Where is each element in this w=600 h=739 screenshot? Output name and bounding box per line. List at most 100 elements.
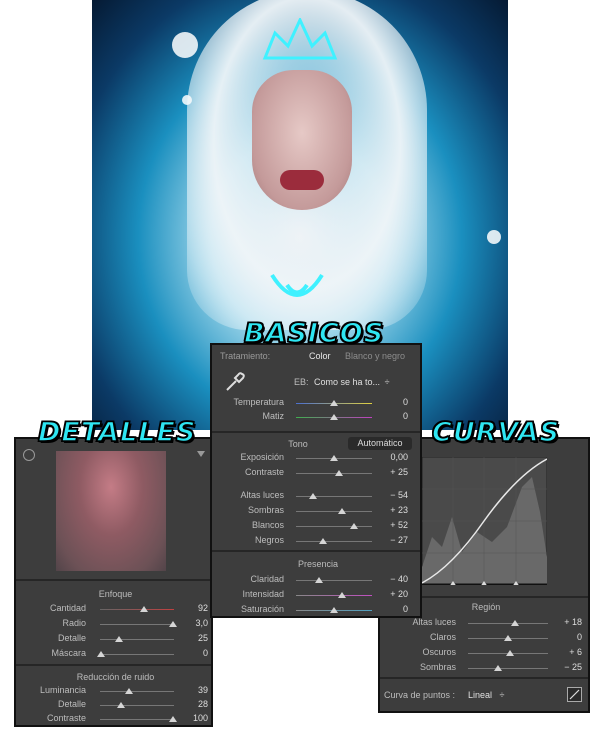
slider-value[interactable]: 0 [372,397,408,407]
slider-value[interactable]: 3,0 [176,618,208,628]
slider-track[interactable] [296,496,372,497]
updown-arrow-icon: ÷ [384,377,390,387]
slider-value[interactable]: 0 [372,411,408,421]
tiara-icon [262,18,338,60]
slider-thumb[interactable] [319,538,328,544]
slider-label: Matiz [262,411,284,421]
triangle-down-icon[interactable] [197,451,205,457]
slider-value[interactable]: 0 [372,604,408,614]
slider-value[interactable]: 28 [176,699,208,709]
slider-thumb[interactable] [506,650,515,656]
slider-track[interactable] [296,526,372,527]
slider-label: Cantidad [49,603,86,613]
slider-thumb[interactable] [314,577,323,583]
slider-thumb[interactable] [309,493,318,499]
slider-track[interactable] [468,668,548,669]
eb-select[interactable]: Como se ha to... ÷ [314,377,390,387]
slider-track[interactable] [296,595,372,596]
slider-label: Contraste [244,467,284,477]
slider-value[interactable]: 92 [176,603,208,613]
curve-edit-icon [569,689,580,700]
slider-thumb[interactable] [504,635,512,641]
slider-label: Oscuros [422,647,456,657]
slider-value[interactable]: − 54 [372,490,408,500]
slider-value[interactable]: + 23 [372,505,408,515]
slider-thumb[interactable] [116,702,125,708]
detail-zoom-preview [56,451,166,571]
slider-value[interactable]: 25 [176,633,208,643]
bokeh-light [172,32,198,58]
slider-thumb[interactable] [330,455,338,461]
slider-value[interactable]: 0,00 [372,452,408,462]
slider-label: Claridad [250,574,284,584]
slider-thumb[interactable] [334,470,343,476]
presencia-title: Presencia [297,559,339,569]
ruido-title: Reducción de ruido [76,672,155,682]
slider-value[interactable]: 39 [176,685,208,695]
tono-title: Tono [288,439,308,449]
slider-value[interactable]: − 25 [548,662,582,672]
slider-value[interactable]: − 27 [372,535,408,545]
slider-thumb[interactable] [349,523,358,529]
tab-blanco-y-negro[interactable]: Blanco y negro [345,351,405,361]
slider-thumb[interactable] [97,651,106,657]
slider-label: Negros [254,535,284,545]
slider-track[interactable] [296,541,372,542]
curva-de-puntos-label: Curva de puntos : [384,690,456,700]
tab-color[interactable]: Color [309,351,331,361]
tratamiento-label: Tratamiento: [220,351,271,361]
slider-track[interactable] [100,705,174,706]
slider-label: Sombras [247,505,284,515]
slider-label: Intensidad [242,589,284,599]
enfoque-title: Enfoque [98,589,133,599]
slider-value[interactable]: + 20 [372,589,408,599]
basicos-panel: Tratamiento: Color Blanco y negro EB: Co… [210,343,422,618]
slider-label: Detalle [57,633,86,643]
slider-track[interactable] [100,609,174,610]
slider-thumb[interactable] [330,400,338,406]
title-detalles: DETALLES [37,416,197,449]
target-icon[interactable] [23,449,35,461]
updown-arrow-icon: ÷ [499,690,505,700]
point-curve-edit-button[interactable] [567,687,582,702]
slider-label: Detalle [57,699,86,709]
slider-label: Máscara [51,648,86,658]
slider-thumb[interactable] [338,508,347,514]
slider-track[interactable] [100,624,174,625]
slider-label: Blancos [251,520,284,530]
slider-value[interactable]: + 52 [372,520,408,530]
slider-label: Exposición [240,452,284,462]
slider-thumb[interactable] [511,620,520,626]
slider-track[interactable] [468,623,548,624]
slider-track[interactable] [100,639,174,640]
automatico-button[interactable]: Automático [348,437,412,450]
slider-value[interactable]: + 25 [372,467,408,477]
slider-thumb[interactable] [330,607,338,613]
slider-thumb[interactable] [140,606,149,612]
slider-track[interactable] [296,580,372,581]
detalles-panel: Enfoque Cantidad 92 Radio 3,0 Detalle 25 Másca… [14,437,213,727]
slider-value[interactable]: 0 [548,632,582,642]
slider-value[interactable]: + 6 [548,647,582,657]
lips [280,170,324,190]
title-basicos: BASICOS [243,317,385,350]
slider-value[interactable]: 0 [176,648,208,658]
slider-track[interactable] [100,691,174,692]
slider-track[interactable] [296,511,372,512]
slider-thumb[interactable] [114,636,123,642]
tone-curve-graph[interactable] [422,457,547,585]
slider-track[interactable] [100,719,174,720]
eyedropper-icon[interactable] [224,371,246,393]
slider-track[interactable] [100,654,174,655]
slider-thumb[interactable] [330,414,338,420]
slider-label: Claros [429,632,456,642]
curva-de-puntos-select[interactable]: Lineal ÷ [468,690,505,700]
slider-label: Altas luces [240,490,284,500]
slider-value[interactable]: 100 [176,713,208,723]
slider-thumb[interactable] [337,592,346,598]
slider-thumb[interactable] [494,665,503,671]
slider-thumb[interactable] [124,688,133,694]
slider-value[interactable]: + 18 [548,617,582,627]
slider-value[interactable]: − 40 [372,574,408,584]
slider-label: Luminancia [39,685,86,695]
